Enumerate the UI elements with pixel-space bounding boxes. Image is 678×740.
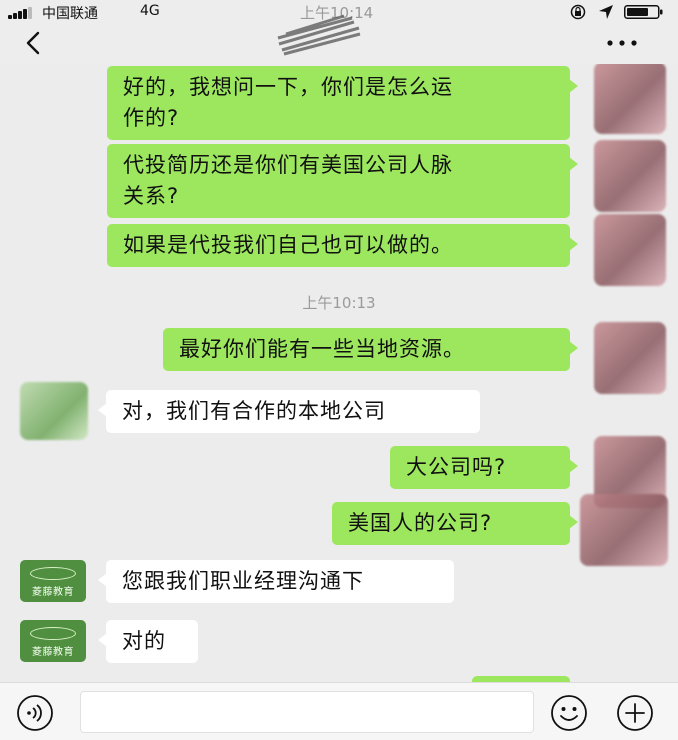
emoji-icon[interactable] xyxy=(550,694,588,732)
orientation-lock-icon xyxy=(570,4,586,20)
contact-avatar[interactable]: 菱藤教育 xyxy=(20,620,86,662)
user-avatar[interactable] xyxy=(594,64,666,134)
user-avatar[interactable] xyxy=(594,140,666,212)
signal-icon xyxy=(8,7,34,19)
user-avatar[interactable] xyxy=(594,214,666,286)
brand-logo-icon xyxy=(30,627,76,640)
message-bubble[interactable]: 最好你们能有一些当地资源。 xyxy=(163,328,578,371)
contact-avatar[interactable]: 菱藤教育 xyxy=(20,560,86,602)
voice-icon[interactable] xyxy=(16,694,54,732)
message-bubble[interactable]: 对，我们有合作的本地公司 xyxy=(98,390,480,433)
ellipsis-icon[interactable] xyxy=(606,38,638,48)
user-avatar[interactable] xyxy=(594,322,666,394)
message-bubble[interactable]: 大公司吗? xyxy=(390,446,578,489)
message-bubble[interactable]: 美国人的公司? xyxy=(332,502,578,545)
battery-icon xyxy=(624,5,663,19)
carrier-name: 中国联通 xyxy=(42,6,98,22)
message-bubble[interactable]: 好的，我想问一下，你们是怎么运 作的? xyxy=(107,66,578,140)
message-bubble[interactable]: 对的 xyxy=(98,620,198,663)
plus-icon[interactable] xyxy=(616,694,654,732)
brand-logo-icon xyxy=(30,567,76,580)
redaction-scribble xyxy=(277,14,361,56)
chevron-left-icon[interactable] xyxy=(22,30,46,56)
message-bubble[interactable]: 您跟我们职业经理沟通下 xyxy=(98,560,454,603)
message-bubble[interactable]: 如果是代投我们自己也可以做的。 xyxy=(107,224,578,267)
contact-avatar-blurred[interactable] xyxy=(20,382,88,440)
message-input[interactable] xyxy=(80,691,534,733)
message-list[interactable]: 好的，我想问一下，你们是怎么运 作的? 代投简历还是你们有美国公司人脉 关系? … xyxy=(0,64,678,682)
location-icon xyxy=(599,5,613,19)
message-timestamp: 上午10:13 xyxy=(302,294,376,312)
chat-header xyxy=(0,14,678,64)
message-bubble[interactable]: 代投简历还是你们有美国公司人脉 关系? xyxy=(107,144,578,218)
network-type: 4G xyxy=(140,3,160,19)
user-avatar[interactable] xyxy=(580,494,668,566)
input-bar xyxy=(0,682,678,740)
